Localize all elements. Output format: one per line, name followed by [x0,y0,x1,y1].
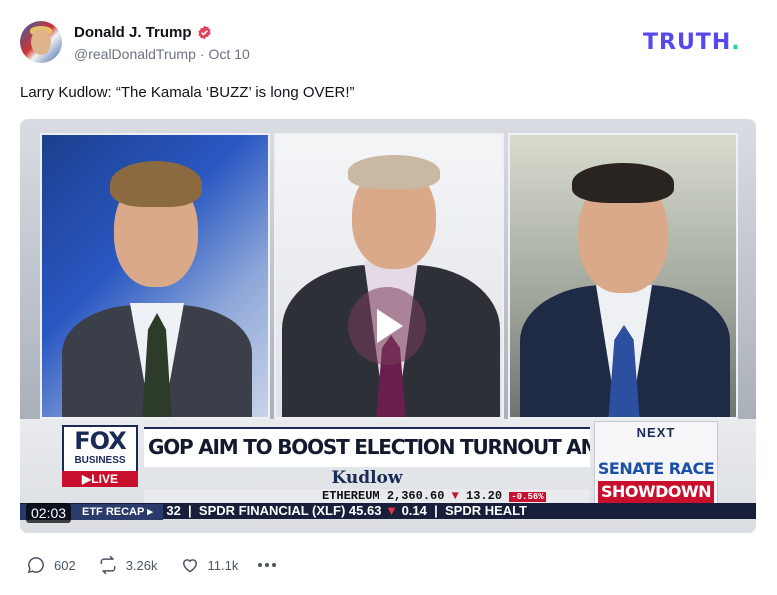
ticker-fragment: 32 [166,503,181,518]
author-handle[interactable]: @realDonaldTrump [74,46,196,62]
brand-name: TRUTH [643,30,732,55]
down-arrow-icon: ▼ [385,503,398,518]
video-duration: 02:03 [26,503,72,523]
author-meta: @realDonaldTrump · Oct 10 [74,46,250,62]
next-label: NEXT [636,425,676,440]
show-name: Kudlow [331,468,403,488]
next-title-line1: SENATE RACE [597,459,715,478]
verified-badge-icon [197,25,211,40]
retruth-button[interactable]: 3.26k [98,555,158,575]
live-label: LIVE [91,472,118,486]
like-button[interactable]: 11.1k [180,555,239,575]
reply-count: 602 [54,557,76,573]
like-count: 11.1k [207,557,239,573]
post-actions: 602 3.26k 11.1k [26,555,277,575]
author-avatar[interactable] [20,21,62,63]
truth-logo[interactable]: TRUTH. [643,30,741,55]
post-text: Larry Kudlow: “The Kamala ‘BUZZ’ is long… [20,84,355,101]
meta-separator: · [199,46,205,62]
truth-post: Donald J. Trump @realDonaldTrump · Oct 1… [0,0,777,595]
live-badge: ▶LIVE [62,471,138,487]
chyron-headline: GOP AIM TO BOOST ELECTION TURNOUT AMONG … [144,427,590,467]
ticker-item1: SPDR FINANCIAL (XLF) [198,503,346,518]
video-panel-right [508,133,738,419]
ticker-item2: SPDR HEALT [444,503,528,518]
ticker-item1-price: 45.63 [348,503,382,518]
ticker-item1-change: 0.14 [401,503,427,518]
ticker-recap-label: ETF RECAP [82,506,145,518]
author-display-name[interactable]: Donald J. Trump [74,24,192,41]
author-name-row: Donald J. Trump [74,24,212,41]
ticker-price: 2,360.60 [386,489,445,503]
post-date[interactable]: Oct 10 [209,46,250,62]
retruth-count: 3.26k [125,557,158,573]
like-icon [182,559,197,573]
ticker-change: 13.20 [466,489,503,503]
more-icon[interactable] [258,563,277,567]
reply-button[interactable]: 602 [26,555,76,575]
video-player[interactable]: FOX BUSINESS ▶LIVE GOP AIM TO BOOST ELEC… [20,119,756,533]
retruth-icon [100,555,116,575]
video-panel-left [40,133,270,419]
network-sub: BUSINESS [74,455,126,466]
video-panel-center [274,133,504,419]
network-name: FOX [74,427,126,455]
brand-dot: . [731,30,741,55]
down-arrow-icon: ▼ [451,489,459,503]
crypto-ticker: ETHEREUM 2,360.60 ▼ 13.20 -0.56% [144,489,590,503]
reply-icon [27,557,44,574]
play-icon[interactable] [348,287,426,365]
ticker-pct: -0.56% [509,492,546,502]
ticker-symbol: ETHEREUM [322,489,380,503]
stock-ticker: ETF RECAP ▸ 32 | SPDR FINANCIAL (XLF) 45… [20,503,756,520]
next-title-line2: SHOWDOWN [598,481,714,503]
